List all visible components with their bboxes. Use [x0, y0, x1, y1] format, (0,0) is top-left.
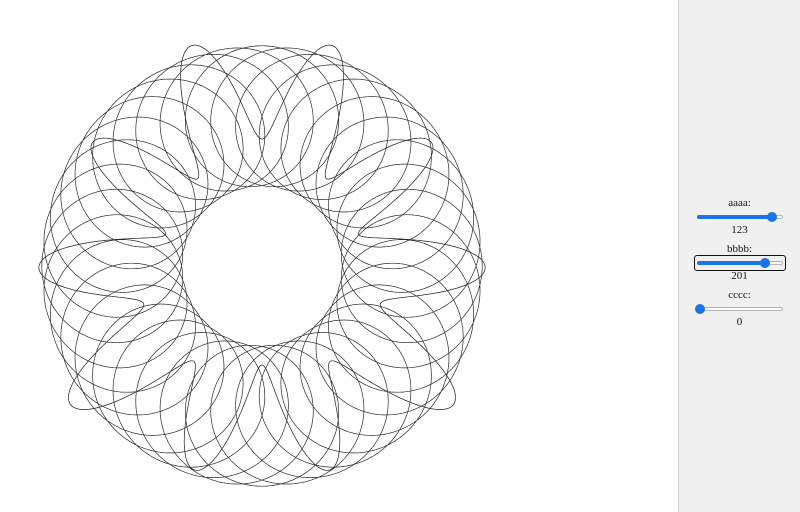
app-window: aaaa: 123 bbbb: 201 cccc: 0	[0, 0, 800, 512]
aaaa-value: 123	[731, 224, 748, 236]
bbbb-label: bbbb:	[726, 243, 753, 255]
bbbb-value: 201	[731, 270, 748, 282]
spirograph-drawing	[38, 44, 486, 487]
control-bbbb: bbbb: 201	[679, 243, 800, 283]
cccc-slider[interactable]	[694, 302, 785, 316]
control-cccc: cccc: 0	[679, 289, 800, 329]
cccc-value: 0	[736, 316, 743, 328]
aaaa-label: aaaa:	[728, 197, 751, 209]
drawing-canvas	[0, 0, 678, 512]
bbbb-slider-thumb[interactable]	[760, 258, 771, 268]
slider-controls: aaaa: 123 bbbb: 201 cccc: 0	[679, 197, 800, 335]
bbbb-slider[interactable]	[693, 255, 786, 271]
cccc-slider-thumb[interactable]	[694, 304, 705, 314]
cccc-slider-track[interactable]	[696, 307, 783, 311]
control-aaaa: aaaa: 123	[679, 197, 800, 237]
bbbb-slider-fill	[696, 261, 766, 265]
spirograph-curve	[38, 44, 486, 487]
controls-panel: aaaa: 123 bbbb: 201 cccc: 0	[678, 0, 800, 512]
cccc-label: cccc:	[728, 289, 751, 301]
aaaa-slider[interactable]	[695, 210, 785, 224]
aaaa-slider-fill	[696, 215, 773, 219]
aaaa-slider-thumb[interactable]	[767, 212, 778, 222]
